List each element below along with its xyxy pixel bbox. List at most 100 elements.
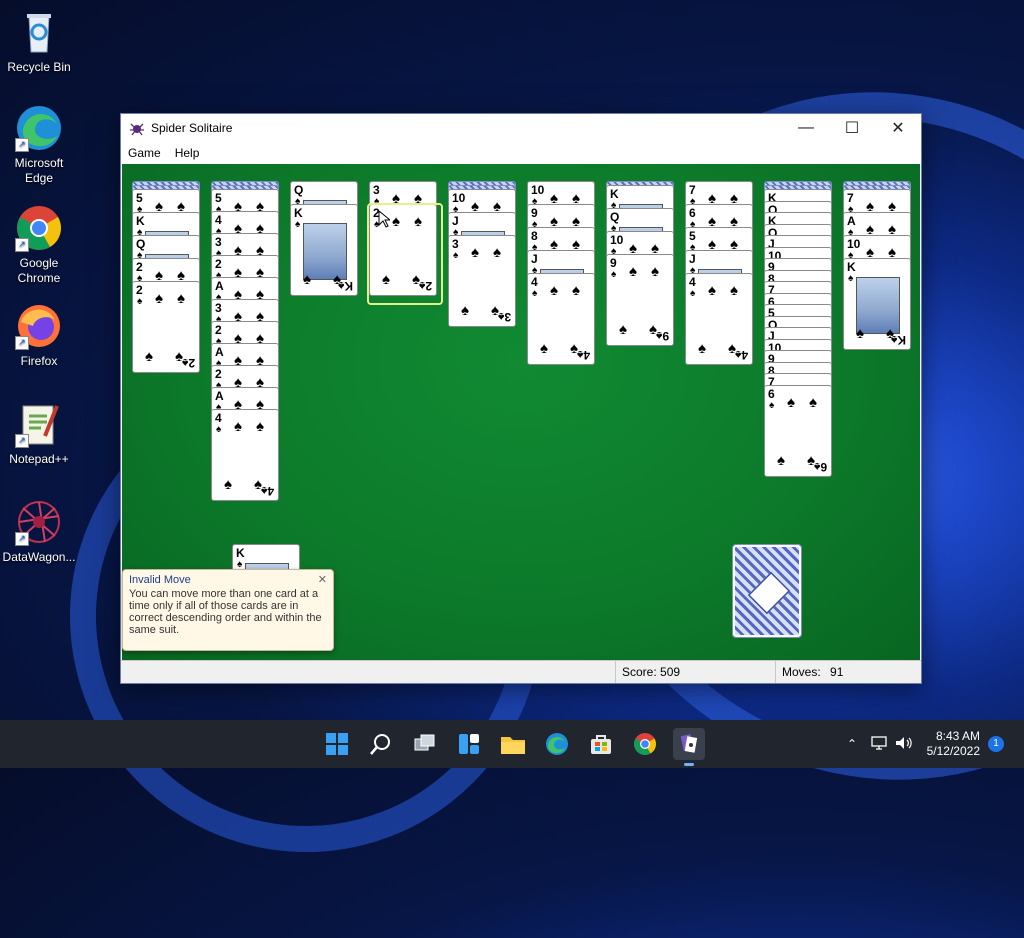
desktop-icon-edge[interactable]: ↗ Microsoft Edge xyxy=(2,104,76,186)
card-rank-bottom: 4♠ xyxy=(576,348,590,362)
card-rank: J xyxy=(689,252,696,266)
notification-badge[interactable]: 1 xyxy=(988,736,1004,752)
card-rank: J xyxy=(531,252,538,266)
card-rank: 2 xyxy=(136,283,143,297)
recycle-bin-icon xyxy=(15,8,63,56)
shortcut-arrow-icon: ↗ xyxy=(15,238,29,252)
system-tray: ⌃ xyxy=(843,720,913,768)
desktop-icon-label: Google Chrome xyxy=(17,256,61,285)
moves-label: Moves: xyxy=(782,665,821,679)
card-rank: 10 xyxy=(452,191,466,205)
card-rank-bottom: 6♠ xyxy=(813,459,827,474)
card-rank-bottom: 9♠ xyxy=(655,329,669,343)
file-explorer-icon[interactable] xyxy=(497,728,529,760)
card-rank-bottom: 4♠ xyxy=(260,484,274,498)
desktop-icon-notepadpp[interactable]: ↗ Notepad++ xyxy=(2,400,76,467)
clock[interactable]: 8:43 AM 5/12/2022 xyxy=(927,729,980,759)
spade-pip-icon: ♠ xyxy=(886,325,894,342)
desktop-icon-label: Microsoft Edge xyxy=(14,156,64,185)
menu-game[interactable]: Game xyxy=(121,146,168,160)
card-rank: A xyxy=(847,214,856,228)
spade-pip-icon: ♠ xyxy=(550,282,558,299)
shortcut-arrow-icon: ↗ xyxy=(15,336,29,350)
store-icon[interactable] xyxy=(585,728,617,760)
card-rank: 9 xyxy=(610,256,617,270)
spade-pip-icon: ♠ xyxy=(177,290,185,307)
spider-icon xyxy=(129,120,145,136)
desktop-icon-datawagon[interactable]: ↗ DataWagon... xyxy=(2,498,76,565)
tooltip-close-icon[interactable]: ✕ xyxy=(318,573,327,586)
spade-pip-icon: ♠ xyxy=(414,213,422,230)
spade-pip-icon: ♠ xyxy=(651,263,659,280)
playing-card[interactable]: 4 ♠ ♠ ♠ 4♠ ♠ ♠ xyxy=(211,409,279,501)
spade-icon: ♠ xyxy=(295,219,301,230)
card-rank: 3 xyxy=(215,235,222,249)
start-icon[interactable] xyxy=(321,728,353,760)
playing-card[interactable]: 6 ♠ ♠ ♠ 6♠ ♠ ♠ xyxy=(764,384,832,477)
playing-card[interactable]: 3 ♠ ♠ ♠ 3♠ ♠ ♠ xyxy=(448,235,516,327)
spade-pip-icon: ♠ xyxy=(145,348,153,365)
desktop-icon-chrome[interactable]: ↗ Google Chrome xyxy=(2,204,76,286)
card-rank: Q xyxy=(136,237,146,251)
minimize-button[interactable]: — xyxy=(783,114,829,142)
card-rank: A xyxy=(215,389,224,403)
chrome-icon[interactable] xyxy=(629,728,661,760)
volume-icon[interactable] xyxy=(895,736,913,753)
playing-card[interactable]: 4 ♠ ♠ ♠ 4♠ ♠ ♠ xyxy=(685,273,753,365)
playing-card[interactable]: K ♠ K♠ ♠ ♠ xyxy=(843,258,911,350)
spade-pip-icon: ♠ xyxy=(234,418,242,435)
widgets-icon[interactable] xyxy=(453,728,485,760)
maximize-button[interactable]: ☐ xyxy=(829,114,875,142)
spade-pip-icon: ♠ xyxy=(787,393,795,411)
spade-icon: ♠ xyxy=(690,288,696,299)
datawagon-icon: ↗ xyxy=(15,498,63,546)
card-rank: Q xyxy=(610,210,620,224)
card-rank: 2 xyxy=(215,257,222,271)
spade-icon: ♠ xyxy=(137,296,143,307)
playing-card[interactable]: K ♠ K♠ ♠ ♠ xyxy=(290,204,358,296)
chevron-up-icon[interactable]: ⌃ xyxy=(843,737,861,751)
title-bar[interactable]: Spider Solitaire — ☐ ✕ xyxy=(121,114,921,142)
card-rank: 4 xyxy=(531,275,538,289)
spade-pip-icon: ♠ xyxy=(777,451,785,469)
card-rank: K xyxy=(847,260,856,274)
moves-value: 91 xyxy=(830,665,844,679)
spade-pip-icon: ♠ xyxy=(708,282,716,299)
card-rank: 5 xyxy=(689,229,696,243)
playing-card[interactable]: 2 ♠ ♠ ♠ 2♠ ♠ ♠ xyxy=(132,281,200,373)
spade-pip-icon: ♠ xyxy=(698,340,706,357)
spade-pip-icon: ♠ xyxy=(392,213,400,230)
taskbar: ⌃ 8:43 AM 5/12/2022 1 xyxy=(0,720,1024,768)
score-label: Score: 509 xyxy=(615,661,772,683)
spade-icon: ♠ xyxy=(532,288,538,299)
card-rank: 2 xyxy=(215,367,222,381)
desktop-icon-firefox[interactable]: ↗ Firefox xyxy=(2,302,76,369)
edge-icon[interactable] xyxy=(541,728,573,760)
task-view-icon[interactable] xyxy=(409,728,441,760)
menu-help[interactable]: Help xyxy=(168,146,207,160)
playing-card[interactable]: 9 ♠ ♠ ♠ 9♠ ♠ ♠ xyxy=(606,254,674,346)
card-rank: A xyxy=(215,345,224,359)
card-back-ornament xyxy=(747,571,791,615)
spade-pip-icon: ♠ xyxy=(629,263,637,280)
stock-pile[interactable] xyxy=(732,544,802,638)
search-icon[interactable] xyxy=(365,728,397,760)
card-rank: 6 xyxy=(768,386,775,401)
card-rank: 6 xyxy=(689,206,696,220)
card-rank: 5 xyxy=(215,191,222,205)
card-rank: 3 xyxy=(215,301,222,315)
spade-icon: ♠ xyxy=(453,250,459,261)
desktop-icon-recycle-bin[interactable]: Recycle Bin xyxy=(2,8,76,75)
card-rank: 3 xyxy=(373,183,380,197)
card-rank: A xyxy=(215,279,224,293)
spider-solitaire-icon[interactable] xyxy=(673,728,705,766)
card-rank-bottom: 4♠ xyxy=(734,348,748,362)
card-rank: K xyxy=(610,187,619,201)
spade-pip-icon: ♠ xyxy=(254,476,262,493)
shortcut-arrow-icon: ↗ xyxy=(15,532,29,546)
clock-time: 8:43 AM xyxy=(935,729,980,743)
playing-card[interactable]: 4 ♠ ♠ ♠ 4♠ ♠ ♠ xyxy=(527,273,595,365)
network-icon[interactable] xyxy=(871,735,887,753)
firefox-icon: ↗ xyxy=(15,302,63,350)
close-button[interactable]: ✕ xyxy=(875,114,921,142)
